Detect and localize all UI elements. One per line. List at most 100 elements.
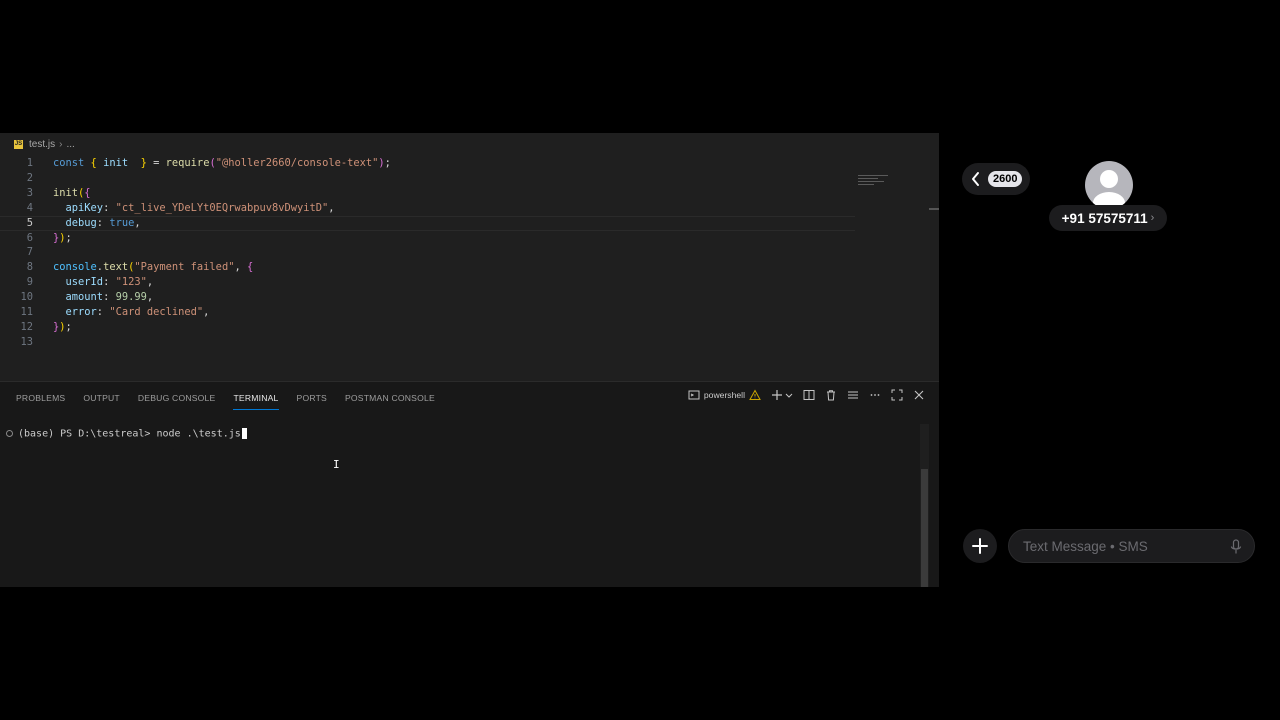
code-line[interactable]: 9 userId: "123", bbox=[0, 275, 855, 290]
code-token: init bbox=[53, 186, 79, 199]
code-line[interactable]: 6}); bbox=[0, 231, 855, 246]
contact-number: +91 57575711 bbox=[1061, 210, 1148, 226]
terminal-name: powershell bbox=[703, 390, 745, 400]
code-token: userId bbox=[65, 276, 104, 289]
terminal-scrollbar[interactable] bbox=[920, 424, 929, 587]
code-editor[interactable]: 1 const { init } = require("@holler2660/c… bbox=[0, 155, 939, 381]
contact-avatar[interactable] bbox=[1085, 161, 1133, 209]
maximize-panel-icon[interactable] bbox=[891, 389, 903, 401]
line-number: 2 bbox=[26, 171, 33, 184]
code-line[interactable]: 10 amount: 99.99, bbox=[0, 290, 855, 305]
terminal-cursor bbox=[241, 428, 247, 439]
code-token: , bbox=[134, 216, 141, 229]
breadcrumb-file[interactable]: test.js bbox=[29, 139, 55, 150]
add-terminal-icon[interactable] bbox=[771, 389, 783, 401]
line-code: apiKey: "ct_live_YDeLYt0EQrwabpuv8vDwyit… bbox=[53, 201, 335, 216]
breadcrumb-separator: › bbox=[59, 138, 63, 150]
code-token: "Payment failed" bbox=[134, 261, 235, 274]
message-placeholder: Text Message • SMS bbox=[1023, 539, 1148, 554]
vscode-window: JS test.js › ... 1 const { init } = requi… bbox=[0, 133, 939, 587]
split-terminal-icon[interactable] bbox=[803, 389, 815, 401]
chevron-left-icon bbox=[972, 172, 979, 186]
contact-name-button[interactable]: +91 57575711 › bbox=[1049, 205, 1167, 231]
editor-scrollbar[interactable] bbox=[929, 208, 939, 210]
unread-badge: 2600 bbox=[988, 171, 1023, 187]
minimap[interactable] bbox=[858, 175, 894, 195]
terminal-line: (base) PS D:\testreal> node .\test.js bbox=[6, 428, 247, 440]
line-code: }); bbox=[53, 231, 72, 246]
line-code: userId: "123", bbox=[53, 275, 154, 290]
code-line[interactable]: 13 bbox=[0, 335, 855, 350]
code-line[interactable]: 12}); bbox=[0, 320, 855, 335]
breadcrumb: JS test.js › ... bbox=[0, 133, 939, 155]
microphone-icon[interactable] bbox=[1230, 539, 1242, 555]
code-token: true bbox=[109, 216, 135, 229]
code-line[interactable]: 1 const { init } = require("@holler2660/c… bbox=[0, 156, 855, 171]
back-button[interactable]: 2600 bbox=[962, 163, 1030, 195]
list-icon[interactable] bbox=[847, 389, 859, 401]
line-code: init({ bbox=[53, 186, 91, 201]
code-line[interactable]: 5 debug: true, bbox=[0, 215, 855, 231]
chevron-right-icon: › bbox=[1150, 212, 1155, 224]
code-token: , bbox=[203, 306, 210, 318]
terminal[interactable]: (base) PS D:\testreal> node .\test.js I bbox=[0, 424, 929, 587]
tab-problems[interactable]: PROBLEMS bbox=[16, 385, 65, 409]
trash-icon[interactable] bbox=[825, 389, 837, 401]
code-token: "@holler2660/console-text" bbox=[215, 157, 379, 169]
plus-icon bbox=[972, 538, 988, 554]
line-number: 1 bbox=[26, 157, 33, 169]
code-token: require bbox=[165, 157, 210, 169]
tab-ports[interactable]: PORTS bbox=[297, 385, 327, 409]
javascript-file-icon: JS bbox=[14, 139, 23, 149]
code-token: : bbox=[96, 306, 110, 318]
line-code: error: "Card declined", bbox=[53, 305, 210, 320]
code-line[interactable]: 2 bbox=[0, 171, 855, 186]
line-number: 6 bbox=[26, 231, 33, 244]
code-token: debug bbox=[65, 216, 97, 229]
code-token: "ct_live_YDeLYt0EQrwabpuv8vDwyitD" bbox=[115, 201, 329, 214]
message-input[interactable]: Text Message • SMS bbox=[1008, 529, 1255, 563]
code-token: = bbox=[146, 157, 166, 169]
tab-postman-console[interactable]: POSTMAN CONSOLE bbox=[345, 385, 435, 409]
tab-terminal[interactable]: TERMINAL bbox=[233, 385, 279, 410]
line-code: }); bbox=[53, 320, 72, 335]
bottom-panel: PROBLEMS OUTPUT DEBUG CONSOLE TERMINAL PORTS… bbox=[0, 381, 939, 587]
more-icon[interactable] bbox=[869, 389, 881, 401]
code-line[interactable]: 11 error: "Card declined", bbox=[0, 305, 855, 320]
code-token: : bbox=[103, 291, 116, 304]
line-number: 9 bbox=[26, 276, 33, 289]
code-line[interactable]: 7 bbox=[0, 245, 855, 260]
code-token: { bbox=[84, 186, 91, 199]
code-token: , bbox=[328, 201, 335, 214]
tab-output[interactable]: OUTPUT bbox=[83, 385, 120, 409]
line-code: const { init } = require("@holler2660/co… bbox=[53, 156, 391, 171]
close-panel-icon[interactable] bbox=[913, 389, 925, 401]
terminal-selector[interactable]: powershell bbox=[688, 389, 761, 401]
line-number: 12 bbox=[20, 320, 33, 333]
line-number: 11 bbox=[20, 306, 33, 318]
code-token: const bbox=[53, 157, 91, 169]
line-number: 13 bbox=[20, 335, 33, 348]
line-code: amount: 99.99, bbox=[53, 290, 154, 305]
code-line[interactable]: 4 apiKey: "ct_live_YDeLYt0EQrwabpuv8vDwy… bbox=[0, 201, 855, 216]
tab-debug-console[interactable]: DEBUG CONSOLE bbox=[138, 385, 216, 409]
person-icon bbox=[1093, 170, 1125, 209]
chevron-down-icon[interactable] bbox=[785, 389, 793, 401]
add-attachment-button[interactable] bbox=[963, 529, 997, 563]
warning-icon[interactable] bbox=[749, 389, 761, 401]
scrollbar-thumb[interactable] bbox=[921, 469, 928, 587]
breadcrumb-more[interactable]: ... bbox=[66, 139, 74, 150]
code-token: ; bbox=[384, 157, 391, 169]
code-token: text bbox=[103, 261, 129, 274]
code-line[interactable]: 3 init({ bbox=[0, 186, 855, 201]
line-number: 4 bbox=[26, 201, 33, 214]
terminal-prompt: (base) PS D:\testreal> bbox=[18, 428, 157, 440]
code-token: , bbox=[146, 276, 154, 289]
code-token: console bbox=[53, 261, 97, 274]
code-line[interactable]: 8 console.text("Payment failed", { bbox=[0, 260, 855, 275]
command-decoration-icon[interactable] bbox=[6, 430, 13, 437]
code-token: ; bbox=[65, 231, 72, 244]
